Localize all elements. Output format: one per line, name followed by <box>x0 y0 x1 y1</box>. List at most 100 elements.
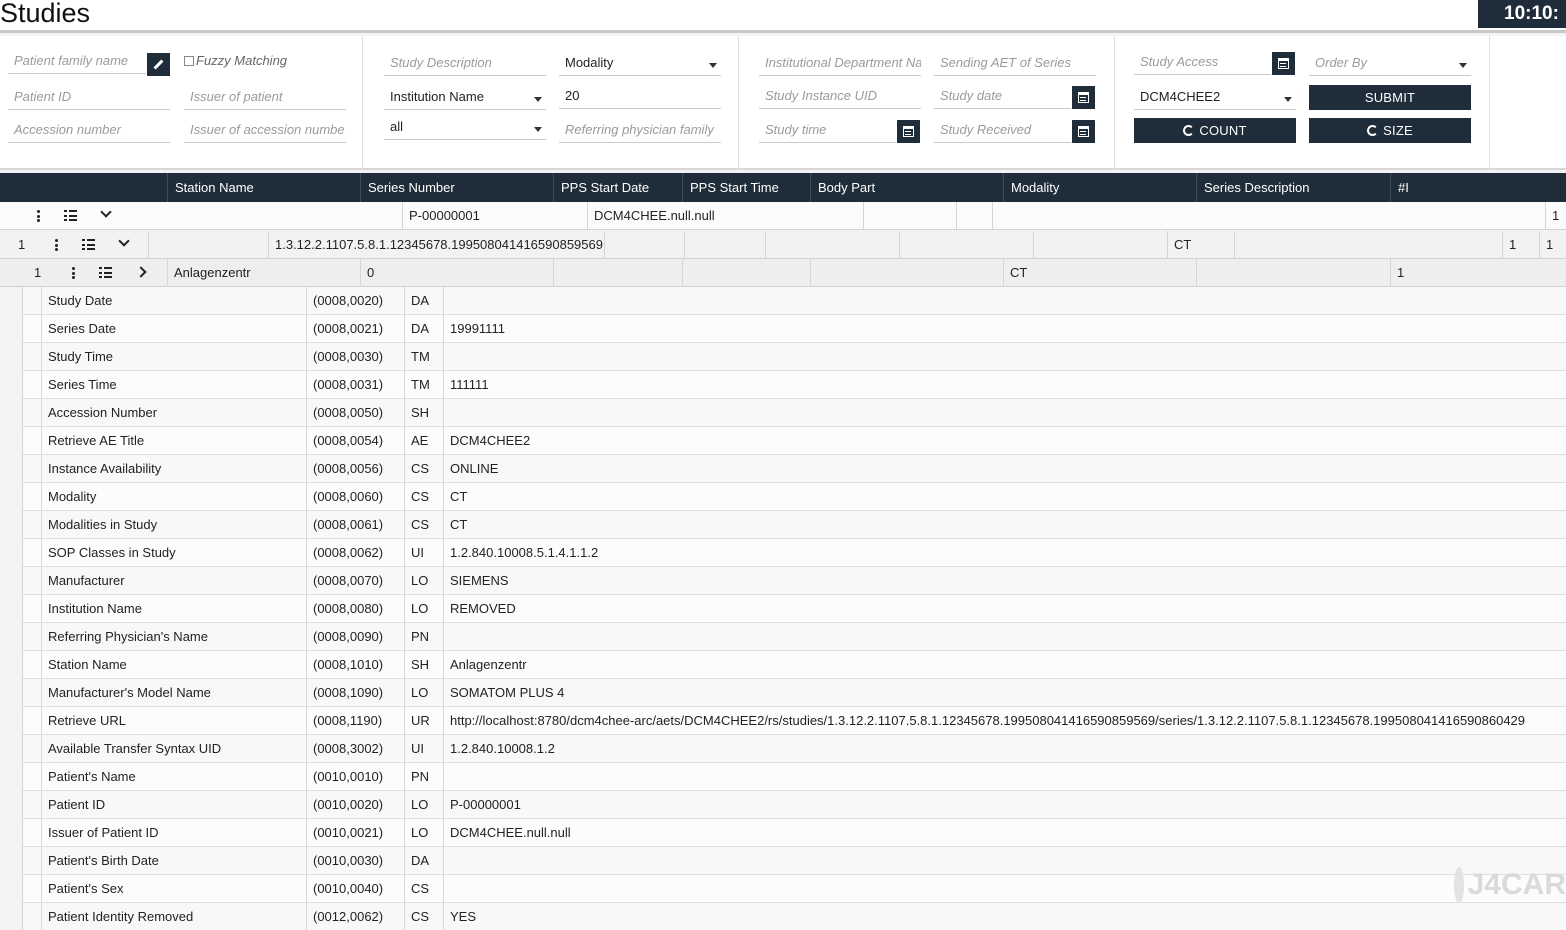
attribute-value <box>443 287 1566 315</box>
attribute-tag: (0008,0062) <box>306 539 404 567</box>
study-access-calendar-button[interactable] <box>1272 52 1295 75</box>
order-by-select[interactable]: Order By <box>1309 52 1471 76</box>
attribute-tag: (0010,0030) <box>306 847 404 875</box>
attribute-name: Station Name <box>41 651 306 679</box>
attribute-tag: (0010,0021) <box>306 819 404 847</box>
column-series-description[interactable]: Series Description <box>1196 173 1390 202</box>
attribute-name: Study Date <box>41 287 306 315</box>
attribute-name: Patient's Birth Date <box>41 847 306 875</box>
series-modality-cell: CT <box>1003 259 1196 287</box>
study-access-input[interactable]: Study Access <box>1134 51 1271 75</box>
attribute-name: Patient's Sex <box>41 875 306 903</box>
attribute-gutter <box>23 371 41 399</box>
column-pps-start-date[interactable]: PPS Start Date <box>553 173 682 202</box>
aet-select[interactable]: DCM4CHEE2 <box>1134 86 1296 110</box>
issuer-of-patient-input[interactable]: Issuer of patient <box>184 86 346 110</box>
chevron-down-icon[interactable] <box>118 235 130 247</box>
patient-id-cell: P-00000001 <box>402 202 587 230</box>
attribute-vr: TM <box>404 371 443 399</box>
attribute-value: ONLINE <box>443 455 1566 483</box>
attribute-gutter <box>23 483 41 511</box>
attribute-tag: (0008,0054) <box>306 427 404 455</box>
attribute-name: Patient's Name <box>41 763 306 791</box>
submit-button[interactable]: SUBMIT <box>1309 85 1471 110</box>
study-time-input[interactable]: Study time <box>759 119 896 143</box>
top-bar: Studies 10:10: <box>0 0 1566 33</box>
study-date-calendar-button[interactable] <box>1072 86 1095 109</box>
attribute-tag: (0008,0050) <box>306 399 404 427</box>
attribute-tag: (0008,0021) <box>306 315 404 343</box>
study-empty-cell <box>604 231 684 259</box>
attribute-row: Available Transfer Syntax UID (0008,3002)… <box>23 735 1566 763</box>
edit-patient-name-button[interactable] <box>147 53 170 76</box>
series-empty-cell <box>682 259 810 287</box>
attribute-row: Patient's Name (0010,0010) PN <box>23 763 1566 791</box>
count-button[interactable]: COUNT <box>1134 118 1296 143</box>
institution-name-select[interactable]: Institution Name <box>384 86 546 110</box>
attribute-vr: PN <box>404 763 443 791</box>
study-received-calendar-button[interactable] <box>1072 120 1095 143</box>
accession-number-input[interactable]: Accession number <box>8 119 170 143</box>
attribute-gutter <box>23 343 41 371</box>
study-empty-cell <box>765 231 899 259</box>
chevron-right-icon[interactable] <box>135 266 147 278</box>
sending-aet-input[interactable]: Sending AET of Series <box>934 52 1096 76</box>
fuzzy-matching-checkbox[interactable]: Fuzzy Matching <box>184 53 287 68</box>
size-button[interactable]: SIZE <box>1309 118 1471 143</box>
more-options-icon[interactable] <box>37 210 40 222</box>
refresh-icon <box>1367 125 1379 136</box>
attribute-gutter <box>23 819 41 847</box>
study-modality-cell: CT <box>1167 231 1234 259</box>
list-icon[interactable] <box>99 267 112 278</box>
attribute-value <box>443 399 1566 427</box>
refresh-icon <box>1183 125 1195 136</box>
study-uid-cell: 1.3.12.2.1107.5.8.1.12345678.19950804141… <box>268 231 604 259</box>
column-station-name[interactable]: Station Name <box>167 173 360 202</box>
attribute-gutter <box>23 735 41 763</box>
attribute-tag: (0008,0061) <box>306 511 404 539</box>
list-icon[interactable] <box>64 210 77 221</box>
attribute-vr: UI <box>404 735 443 763</box>
column-pps-start-time[interactable]: PPS Start Time <box>682 173 810 202</box>
attribute-row: Referring Physician's Name (0008,0090) PN <box>23 623 1566 651</box>
attribute-value: 1.2.840.10008.5.1.4.1.1.2 <box>443 539 1566 567</box>
filter-group-actions: Study Access Order By DCM4CHEE2 SUBMIT C… <box>1115 36 1490 170</box>
study-date-input[interactable]: Study date <box>934 85 1071 109</box>
institutional-department-input[interactable]: Institutional Department Na <box>759 52 921 76</box>
attribute-name: Study Time <box>41 343 306 371</box>
limit-input[interactable]: 20 <box>559 85 721 109</box>
study-time-calendar-button[interactable] <box>897 120 920 143</box>
attribute-vr: DA <box>404 847 443 875</box>
series-row[interactable]: 1 Anlagenzentr 0 CT 1 <box>0 259 1566 287</box>
study-received-input[interactable]: Study Received <box>934 119 1071 143</box>
chevron-down-icon[interactable] <box>100 206 112 218</box>
attribute-value: http://localhost:8780/dcm4chee-arc/aets/… <box>443 707 1566 735</box>
column-instance-count[interactable]: #I <box>1390 173 1566 202</box>
attribute-name: Manufacturer <box>41 567 306 595</box>
study-count-cell: 1 <box>1502 231 1539 259</box>
attribute-value: 1.2.840.10008.1.2 <box>443 735 1566 763</box>
attribute-name: Modality <box>41 483 306 511</box>
issuer-of-accession-input[interactable]: Issuer of accession numbe <box>184 119 346 143</box>
more-options-icon[interactable] <box>55 239 58 251</box>
patient-id-input[interactable]: Patient ID <box>8 86 170 110</box>
all-select[interactable]: all <box>384 116 546 140</box>
study-instance-uid-input[interactable]: Study Instance UID <box>759 85 921 109</box>
attribute-gutter <box>23 595 41 623</box>
attribute-vr: CS <box>404 483 443 511</box>
column-body-part[interactable]: Body Part <box>810 173 1003 202</box>
column-series-number[interactable]: Series Number <box>360 173 553 202</box>
count-label: COUNT <box>1199 123 1247 138</box>
patient-family-name-input[interactable]: Patient family name <box>8 50 146 74</box>
watermark-text: J4CAR <box>1467 868 1566 901</box>
list-icon[interactable] <box>82 239 95 250</box>
calendar-icon <box>1078 126 1089 137</box>
patient-row[interactable]: P-00000001 DCM4CHEE.null.null 1 <box>0 202 1566 230</box>
more-options-icon[interactable] <box>72 267 75 279</box>
referring-physician-input[interactable]: Referring physician family <box>559 119 721 143</box>
study-row[interactable]: 1 1.3.12.2.1107.5.8.1.12345678.199508041… <box>0 231 1566 259</box>
study-description-input[interactable]: Study Description <box>384 52 546 76</box>
modality-select[interactable]: Modality <box>559 52 721 76</box>
column-modality[interactable]: Modality <box>1003 173 1196 202</box>
attribute-row: Patient's Birth Date (0010,0030) DA <box>23 847 1566 875</box>
